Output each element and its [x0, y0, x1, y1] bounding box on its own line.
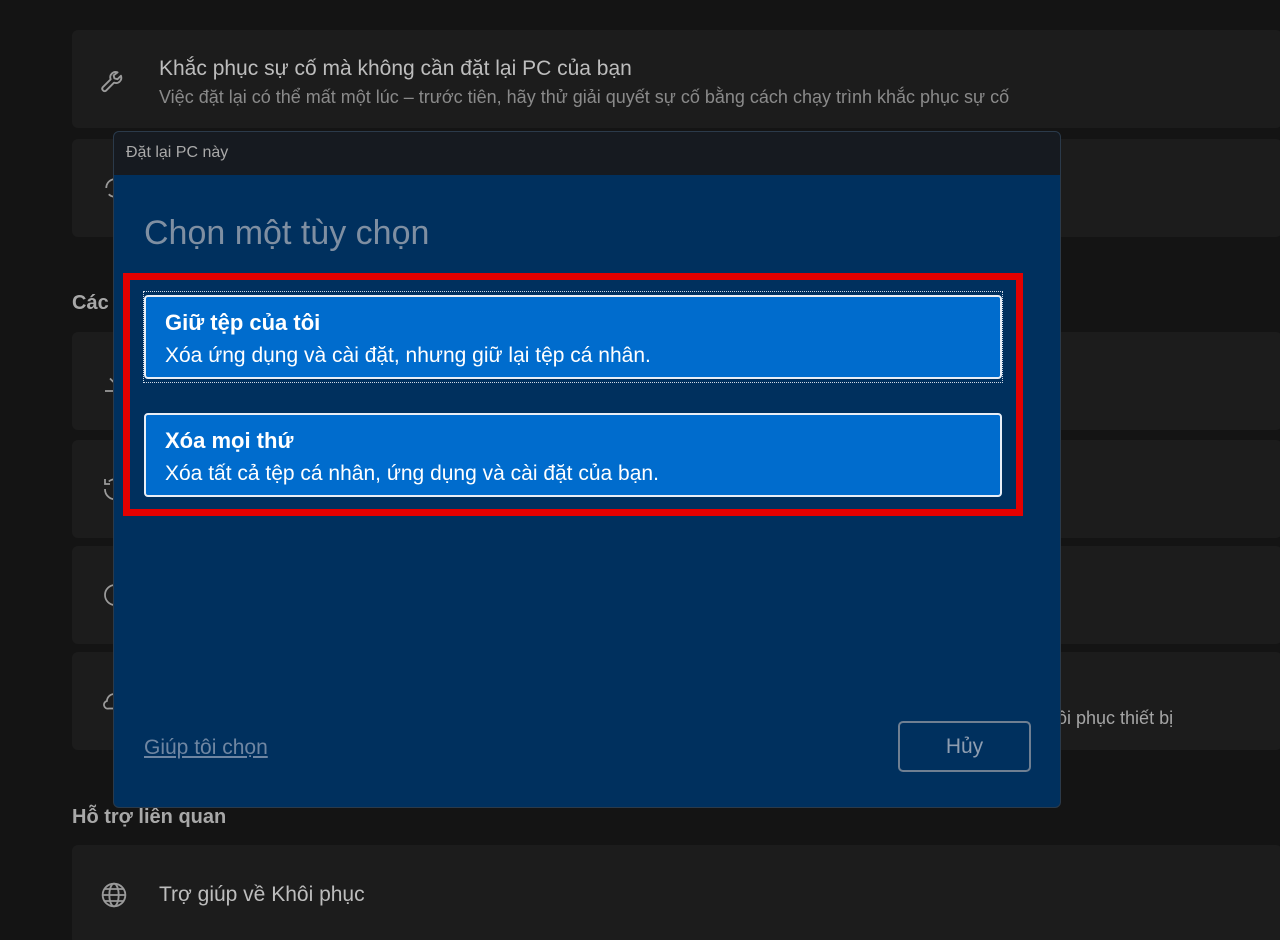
cancel-button[interactable]: Hủy [898, 721, 1031, 772]
option-title: Xóa mọi thứ [165, 428, 294, 453]
troubleshoot-subtitle: Việc đặt lại có thể mất một lúc – trước … [159, 87, 1010, 107]
globe-icon [98, 879, 130, 916]
option-description: Xóa tất cả tệp cá nhân, ứng dụng và cài … [165, 462, 659, 485]
reset-pc-dialog: Đặt lại PC này Chọn một tùy chọn Giữ tệp… [113, 131, 1061, 808]
option-title: Giữ tệp của tôi [165, 310, 321, 335]
troubleshoot-card[interactable]: Khắc phục sự cố mà không cần đặt lại PC … [72, 30, 1280, 128]
wrench-icon [98, 64, 130, 101]
recovery-help-label: Trợ giúp về Khôi phục [159, 883, 365, 906]
remove-everything-option[interactable]: Xóa mọi thứ Xóa tất cả tệp cá nhân, ứng … [144, 413, 1002, 497]
help-me-choose-link[interactable]: Giúp tôi chọn [144, 736, 268, 760]
dialog-heading: Chọn một tùy chọn [144, 214, 430, 252]
settings-recovery-page: Khắc phục sự cố mà không cần đặt lại PC … [0, 0, 1280, 940]
cloud-recovery-partial-text: ôi phục thiết bị [1057, 708, 1174, 728]
dialog-titlebar: Đặt lại PC này [114, 132, 1060, 175]
related-support-heading: Hỗ trợ liên quan [72, 806, 227, 828]
recovery-help-card[interactable]: Trợ giúp về Khôi phục [72, 845, 1280, 940]
keep-my-files-option[interactable]: Giữ tệp của tôi Xóa ứng dụng và cài đặt,… [143, 291, 1003, 383]
troubleshoot-title: Khắc phục sự cố mà không cần đặt lại PC … [159, 57, 632, 80]
section-heading-partial: Các [72, 292, 109, 314]
dialog-window-title: Đặt lại PC này [126, 144, 229, 161]
option-description: Xóa ứng dụng và cài đặt, nhưng giữ lại t… [165, 344, 651, 367]
